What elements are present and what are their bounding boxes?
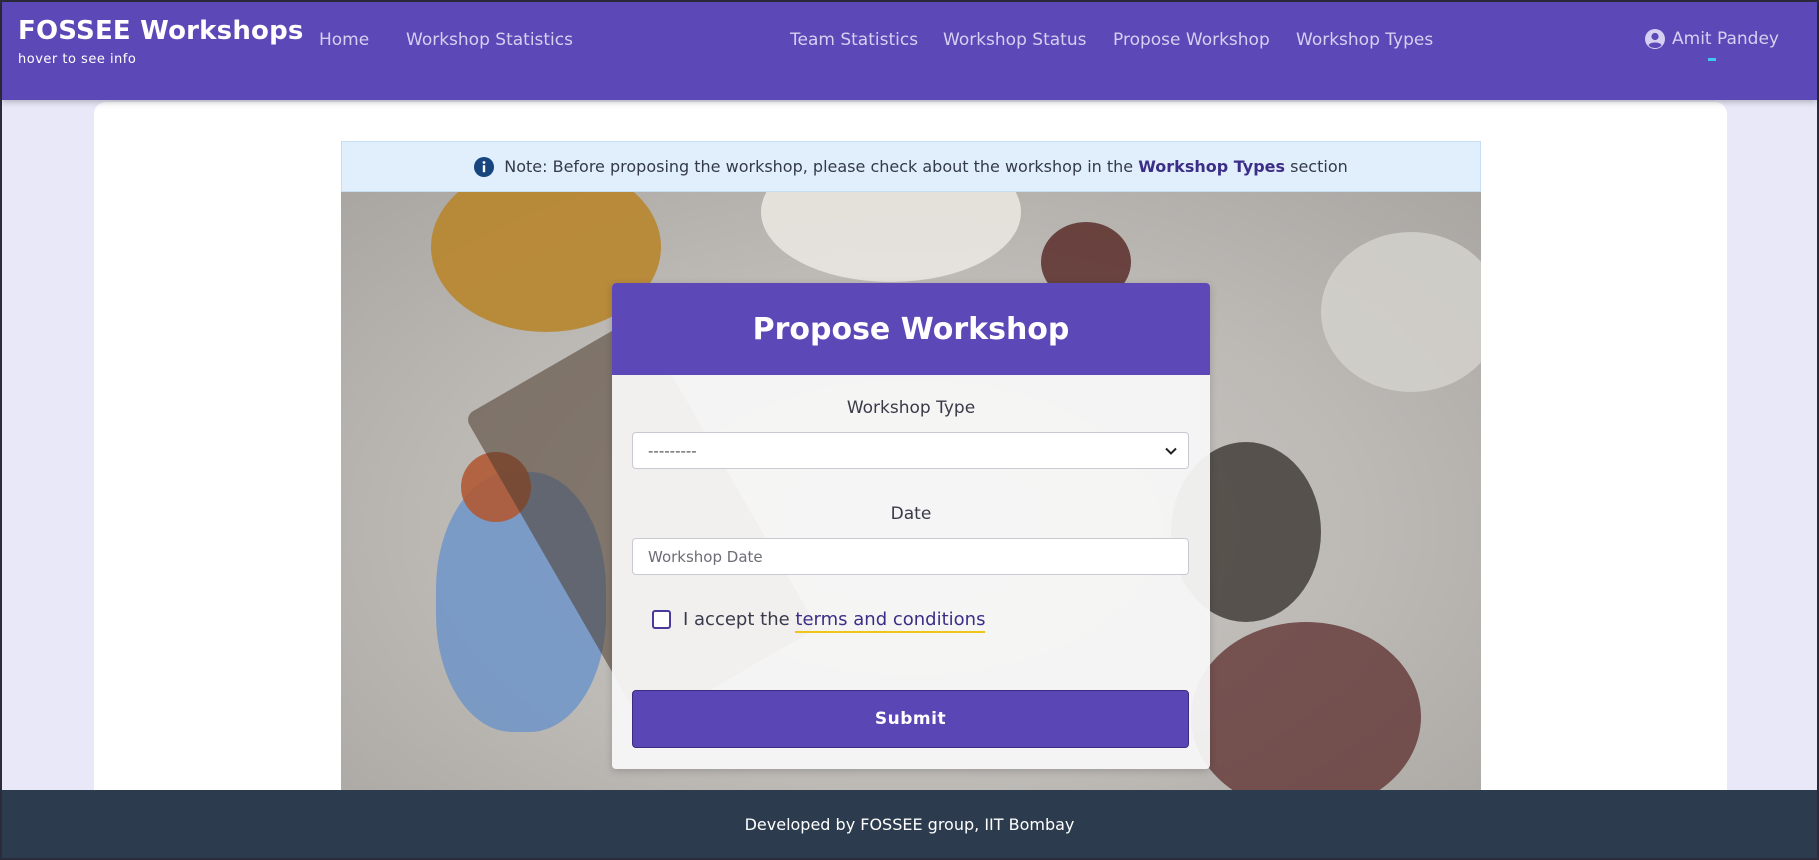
info-icon xyxy=(474,156,495,177)
user-name[interactable]: Amit Pandey xyxy=(1672,29,1779,49)
date-label: Date xyxy=(890,504,932,524)
info-note: Note: Before proposing the workshop, ple… xyxy=(341,141,1481,192)
form-header: Propose Workshop xyxy=(612,283,1210,375)
terms-row: I accept the terms and conditions xyxy=(652,609,986,633)
nav-workshop-types[interactable]: Workshop Types xyxy=(1296,30,1433,50)
nav-workshop-statistics[interactable]: Workshop Statistics xyxy=(406,30,573,50)
nav-home[interactable]: Home xyxy=(319,30,369,50)
photo-shape xyxy=(1321,232,1481,392)
brand-subtitle: hover to see info xyxy=(18,52,137,67)
user-circle-icon xyxy=(1645,29,1666,49)
top-navbar: FOSSEE Workshops hover to see info Home … xyxy=(2,2,1817,100)
nav-propose-workshop[interactable]: Propose Workshop xyxy=(1113,30,1270,50)
note-text: Note: Before proposing the workshop, ple… xyxy=(504,157,1348,176)
note-workshop-types: Workshop Types xyxy=(1138,157,1286,176)
terms-link[interactable]: terms and conditions xyxy=(795,609,986,633)
note-text-before: Note: Before proposing the workshop, ple… xyxy=(504,157,1134,176)
workshop-type-value: --------- xyxy=(648,441,697,460)
date-placeholder: Workshop Date xyxy=(648,547,763,566)
caret-indicator xyxy=(1708,58,1717,61)
photo-shape xyxy=(1191,622,1421,802)
footer: Developed by FOSSEE group, IIT Bombay xyxy=(2,790,1817,858)
brand-title[interactable]: FOSSEE Workshops xyxy=(18,16,304,46)
accept-text: I accept the xyxy=(683,609,790,630)
form-title: Propose Workshop xyxy=(752,311,1070,347)
brand[interactable]: FOSSEE Workshops hover to see info xyxy=(18,16,304,67)
photo-shape xyxy=(761,192,1021,282)
user-menu[interactable]: Amit Pandey xyxy=(1644,28,1779,61)
terms-checkbox[interactable] xyxy=(652,610,671,629)
submit-button[interactable]: Submit xyxy=(632,690,1189,748)
workshop-date-input[interactable]: Workshop Date xyxy=(632,538,1189,575)
workshop-type-label: Workshop Type xyxy=(846,398,976,418)
nav-workshop-status[interactable]: Workshop Status xyxy=(943,30,1086,50)
terms-text: I accept the terms and conditions xyxy=(683,609,986,633)
note-text-after: section xyxy=(1290,157,1348,176)
workshop-type-select[interactable]: --------- xyxy=(632,432,1189,469)
nav-team-statistics[interactable]: Team Statistics xyxy=(790,30,918,50)
chevron-down-icon xyxy=(1165,447,1177,455)
footer-text: Developed by FOSSEE group, IIT Bombay xyxy=(744,814,1075,834)
propose-workshop-form: Propose Workshop Workshop Type ---------… xyxy=(612,283,1210,769)
